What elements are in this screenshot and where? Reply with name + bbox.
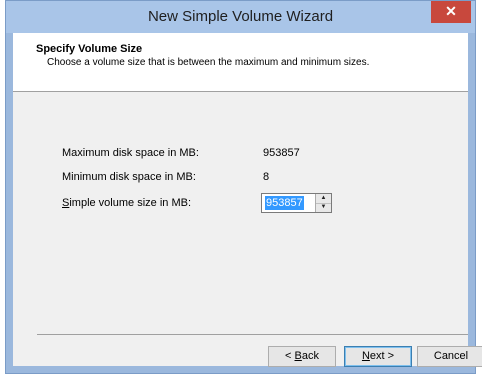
back-button-text: ack bbox=[301, 350, 319, 362]
wizard-header: Specify Volume Size Choose a volume size… bbox=[13, 33, 468, 92]
next-button-text: ext > bbox=[369, 350, 395, 362]
spin-down-icon[interactable]: ▼ bbox=[316, 203, 331, 212]
cancel-button[interactable]: Cancel bbox=[417, 346, 482, 367]
window-title: New Simple Volume Wizard bbox=[147, 8, 334, 25]
next-button-mnemonic: N bbox=[361, 350, 370, 362]
stepper-buttons: ▲ ▼ bbox=[315, 194, 331, 212]
back-button[interactable]: < Back bbox=[268, 346, 336, 367]
page-subtitle: Choose a volume size that is between the… bbox=[47, 57, 370, 68]
volume-size-label-text: imple volume size in MB: bbox=[69, 197, 191, 209]
next-button[interactable]: Next > bbox=[344, 346, 412, 367]
back-button-mnemonic: B bbox=[294, 350, 302, 362]
close-icon: ✕ bbox=[445, 3, 457, 19]
back-button-prefix: < bbox=[285, 350, 295, 362]
page-title: Specify Volume Size bbox=[36, 43, 143, 55]
close-button[interactable]: ✕ bbox=[431, 1, 471, 23]
wizard-body: Specify Volume Size Choose a volume size… bbox=[13, 33, 482, 367]
volume-size-stepper[interactable]: 953857 ▲ ▼ bbox=[261, 193, 332, 213]
volume-size-input[interactable]: 953857 bbox=[265, 196, 304, 210]
min-space-value: 8 bbox=[263, 171, 270, 183]
title-bar[interactable]: New Simple Volume Wizard ✕ bbox=[6, 1, 475, 33]
max-space-value: 953857 bbox=[263, 147, 300, 159]
footer-divider bbox=[37, 334, 468, 335]
min-space-label: Minimum disk space in MB: bbox=[62, 171, 196, 183]
volume-size-label: Simple volume size in MB: bbox=[62, 197, 191, 209]
wizard-window: New Simple Volume Wizard ✕ Specify Volum… bbox=[5, 0, 482, 374]
max-space-label: Maximum disk space in MB: bbox=[62, 147, 199, 159]
